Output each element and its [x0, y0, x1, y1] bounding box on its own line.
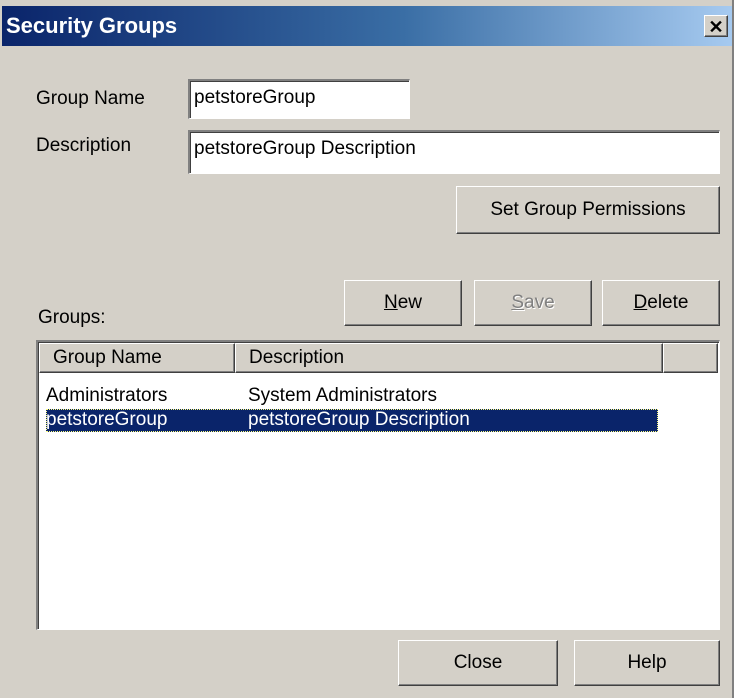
- column-header-group-name[interactable]: Group Name: [39, 343, 235, 373]
- description-label: Description: [36, 135, 132, 156]
- help-button[interactable]: Help: [574, 640, 720, 686]
- close-window-button[interactable]: ✕: [704, 15, 728, 37]
- group-row-description: petstoreGroup Description: [248, 409, 470, 430]
- groups-label: Groups:: [38, 307, 106, 328]
- group-row-petstoregroup[interactable]: petstoreGroup petstoreGroup Description: [46, 409, 658, 432]
- group-row-administrators[interactable]: Administrators System Administrators: [46, 385, 658, 408]
- security-groups-dialog: Security Groups ✕ Group Name petstoreGro…: [0, 0, 734, 698]
- title-bar[interactable]: Security Groups ✕: [2, 6, 732, 46]
- column-header-description[interactable]: Description: [235, 343, 663, 373]
- close-icon: ✕: [708, 17, 724, 37]
- new-button-label: New: [383, 292, 423, 313]
- save-button-label: Save: [511, 292, 555, 313]
- description-input[interactable]: petstoreGroup Description: [188, 130, 720, 174]
- group-name-label: Group Name: [36, 88, 145, 109]
- column-header-filler: [663, 343, 718, 373]
- group-row-description: System Administrators: [248, 385, 437, 406]
- groups-list-header: Group Name Description: [39, 343, 718, 373]
- new-button[interactable]: New: [344, 280, 462, 326]
- delete-button[interactable]: Delete: [602, 280, 720, 326]
- group-row-name: petstoreGroup: [46, 409, 168, 430]
- delete-button-label: Delete: [633, 292, 689, 313]
- window-title: Security Groups: [6, 13, 178, 38]
- set-group-permissions-button[interactable]: Set Group Permissions: [456, 186, 720, 234]
- group-name-input[interactable]: petstoreGroup: [188, 79, 410, 119]
- group-row-name: Administrators: [46, 385, 168, 406]
- groups-list[interactable]: Group Name Description Administrators Sy…: [36, 340, 720, 630]
- save-button[interactable]: Save: [474, 280, 592, 326]
- close-button[interactable]: Close: [398, 640, 558, 686]
